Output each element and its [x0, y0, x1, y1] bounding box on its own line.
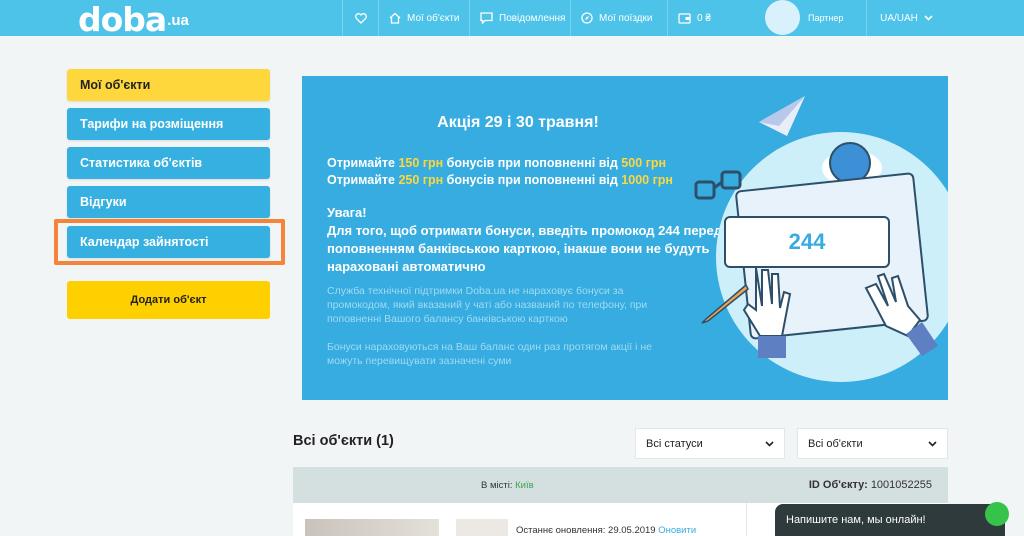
- object-photo[interactable]: [305, 519, 439, 536]
- hand-left-icon: [742, 267, 792, 358]
- logo-tld: .ua: [167, 12, 189, 29]
- hand-right-icon: [864, 272, 938, 356]
- calendar-highlight-frame: [54, 219, 285, 265]
- object-id-label: ID Об'єкту:: [808, 479, 871, 491]
- object-updated: Останнє оновлення: 29.05.2019 Оновити: [516, 525, 696, 536]
- city-value: Київ: [515, 480, 534, 491]
- avatar[interactable]: [765, 0, 800, 35]
- city-label: В місті:: [481, 480, 516, 491]
- chevron-down-icon: [765, 440, 774, 447]
- paper-plane-icon: [759, 96, 805, 136]
- object-id-value: 1001052255: [870, 479, 932, 491]
- sidebar-item-my-objects[interactable]: Мої об'єкти: [67, 69, 270, 101]
- object-filter-value: Всі об'єкти: [808, 437, 863, 450]
- object-city: В місті: Київ: [481, 480, 534, 491]
- offer-line-2: Отримайте 250 грн бонусів при поповненні…: [327, 173, 673, 187]
- balance-value: 0 ₴: [697, 12, 711, 24]
- partner-label[interactable]: Партнер: [808, 0, 843, 36]
- promo-banner: Акція 29 і 30 травня! Отримайте 150 грн …: [302, 76, 948, 400]
- nav-my-objects[interactable]: Мої об'єкти: [378, 0, 470, 36]
- sidebar-item-statistics[interactable]: Статистика об'єктів: [67, 147, 270, 179]
- updated-text: Останнє оновлення: 29.05.2019: [516, 525, 659, 536]
- object-id: ID Об'єкту: 1001052255: [809, 479, 932, 491]
- nav-wallet[interactable]: 0 ₴: [667, 0, 723, 36]
- support-note: Служба технічної підтримки Doba.ua не на…: [327, 285, 648, 325]
- offer-text: бонусів при поповненні від: [443, 173, 622, 187]
- chevron-down-icon: [924, 15, 933, 21]
- offer-bonus: 250 грн: [398, 173, 444, 187]
- heart-icon: [354, 12, 367, 24]
- banner-title: Акція 29 і 30 травня!: [437, 114, 599, 131]
- add-object-button[interactable]: Додати об'єкт: [67, 281, 270, 319]
- add-object-label: Додати об'єкт: [130, 294, 207, 306]
- nav-my-objects-label: Мої об'єкти: [407, 12, 460, 24]
- sidebar-item-label: Відгуки: [80, 195, 127, 209]
- promo-warning: Увага! Для того, щоб отримати бонуси, вв…: [327, 204, 727, 276]
- nav-messages-label: Повідомлення: [499, 12, 566, 24]
- offer-amount: 500 грн: [621, 156, 667, 170]
- sidebar-item-tariffs[interactable]: Тарифи на розміщення: [67, 108, 270, 140]
- warning-title: Увага!: [327, 205, 367, 220]
- nav-my-trips-label: Мої поїздки: [599, 12, 653, 24]
- offer-text: бонусів при поповненні від: [443, 156, 622, 170]
- wallet-icon: [678, 13, 691, 24]
- currency-selector[interactable]: UA/UAH: [866, 0, 946, 36]
- compass-icon: [581, 12, 593, 24]
- offer-text: Отримайте: [327, 173, 399, 187]
- offer-bonus: 150 грн: [398, 156, 444, 170]
- promo-code-value: 244: [788, 229, 826, 254]
- object-photo-secondary[interactable]: [456, 519, 508, 536]
- nav-my-trips[interactable]: Мої поїздки: [570, 0, 662, 36]
- sidebar-item-reviews[interactable]: Відгуки: [67, 186, 270, 218]
- promo-code-box: 244: [724, 216, 890, 268]
- status-filter-select[interactable]: Всі статуси: [635, 428, 785, 459]
- home-icon: [389, 12, 401, 24]
- chat-widget[interactable]: Напишите нам, мы онлайн!: [775, 504, 1005, 536]
- message-icon: [480, 12, 493, 24]
- doba-logo[interactable]: doba .ua: [78, 0, 189, 36]
- sidebar-item-label: Статистика об'єктів: [80, 156, 203, 170]
- status-filter-value: Всі статуси: [646, 437, 703, 450]
- chevron-down-icon: [928, 440, 937, 447]
- pencil-icon: [701, 283, 749, 324]
- update-link[interactable]: Оновити: [658, 525, 696, 536]
- chat-online-indicator: [985, 502, 1009, 526]
- logo-main: doba: [78, 0, 167, 39]
- bonus-note: Бонуси нараховуються на Ваш баланс один …: [327, 341, 652, 367]
- chat-label: Напишите нам, мы онлайн!: [786, 514, 926, 526]
- offer-text: Отримайте: [327, 156, 399, 170]
- object-card-header: В місті: Київ ID Об'єкту: 1001052255: [293, 467, 948, 503]
- object-filter-select[interactable]: Всі об'єкти: [797, 428, 948, 459]
- sidebar-item-label: Мої об'єкти: [80, 78, 151, 92]
- card-divider: [746, 503, 747, 536]
- warning-text: Для того, щоб отримати бонуси, введіть п…: [327, 223, 722, 274]
- top-navigation-bar: doba .ua Мої об'єкти Повідомлення Мої по…: [0, 0, 1024, 36]
- offer-amount: 1000 грн: [621, 173, 673, 187]
- nav-messages[interactable]: Повідомлення: [469, 0, 575, 36]
- currency-value: UA/UAH: [880, 12, 918, 24]
- sidebar-item-label: Тарифи на розміщення: [80, 117, 224, 131]
- favorites-button[interactable]: [342, 0, 378, 36]
- offer-line-1: Отримайте 150 грн бонусів при поповненні…: [327, 156, 666, 170]
- objects-title: Всі об'єкти (1): [293, 433, 394, 449]
